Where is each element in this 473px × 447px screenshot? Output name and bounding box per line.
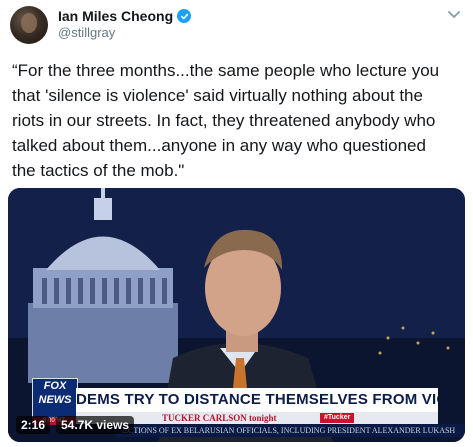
video-player[interactable]: FOX NEWS 8:00 MT DEMS TRY TO DISTANCE TH…	[8, 188, 465, 442]
fox-logo-line2: NEWS	[38, 394, 72, 406]
tweet-text-line: “For the three months...the same people …	[12, 61, 440, 80]
video-duration-badge: 2:16	[16, 416, 51, 434]
verified-badge-icon	[177, 9, 192, 23]
news-ticker: ...CTIONS OF EX BELARUSIAN OFFICIALS, IN…	[116, 424, 465, 437]
lower-third-headline: DEMS TRY TO DISTANCE THEMSELVES FROM VIO…	[76, 388, 438, 412]
tweet-text: “For the three months...the same people …	[12, 58, 464, 183]
tweet-text-line: the tactics of the mob."	[12, 161, 185, 180]
tweet-text-line: that 'silence is violence' said virtuall…	[12, 86, 423, 105]
chevron-down-icon[interactable]	[447, 10, 461, 20]
show-name: TUCKER CARLSON tonight	[162, 413, 277, 423]
video-views-badge: 54.7K views	[56, 416, 135, 434]
fox-logo-line1: FOX	[43, 380, 67, 392]
avatar[interactable]	[10, 6, 48, 44]
display-name[interactable]: Ian Miles Cheong	[58, 8, 173, 24]
show-hashtag: #Tucker	[320, 413, 355, 423]
avatar-face	[21, 13, 37, 33]
tweet-text-line: talked about them...anyone in any way wh…	[12, 136, 426, 155]
author-name-row: Ian Miles Cheong	[58, 8, 192, 24]
tweet-text-line: riots in our streets. In fact, they thre…	[12, 111, 436, 130]
author-handle[interactable]: @stillgray	[58, 25, 115, 40]
fox-news-logo: FOX NEWS	[32, 378, 78, 418]
